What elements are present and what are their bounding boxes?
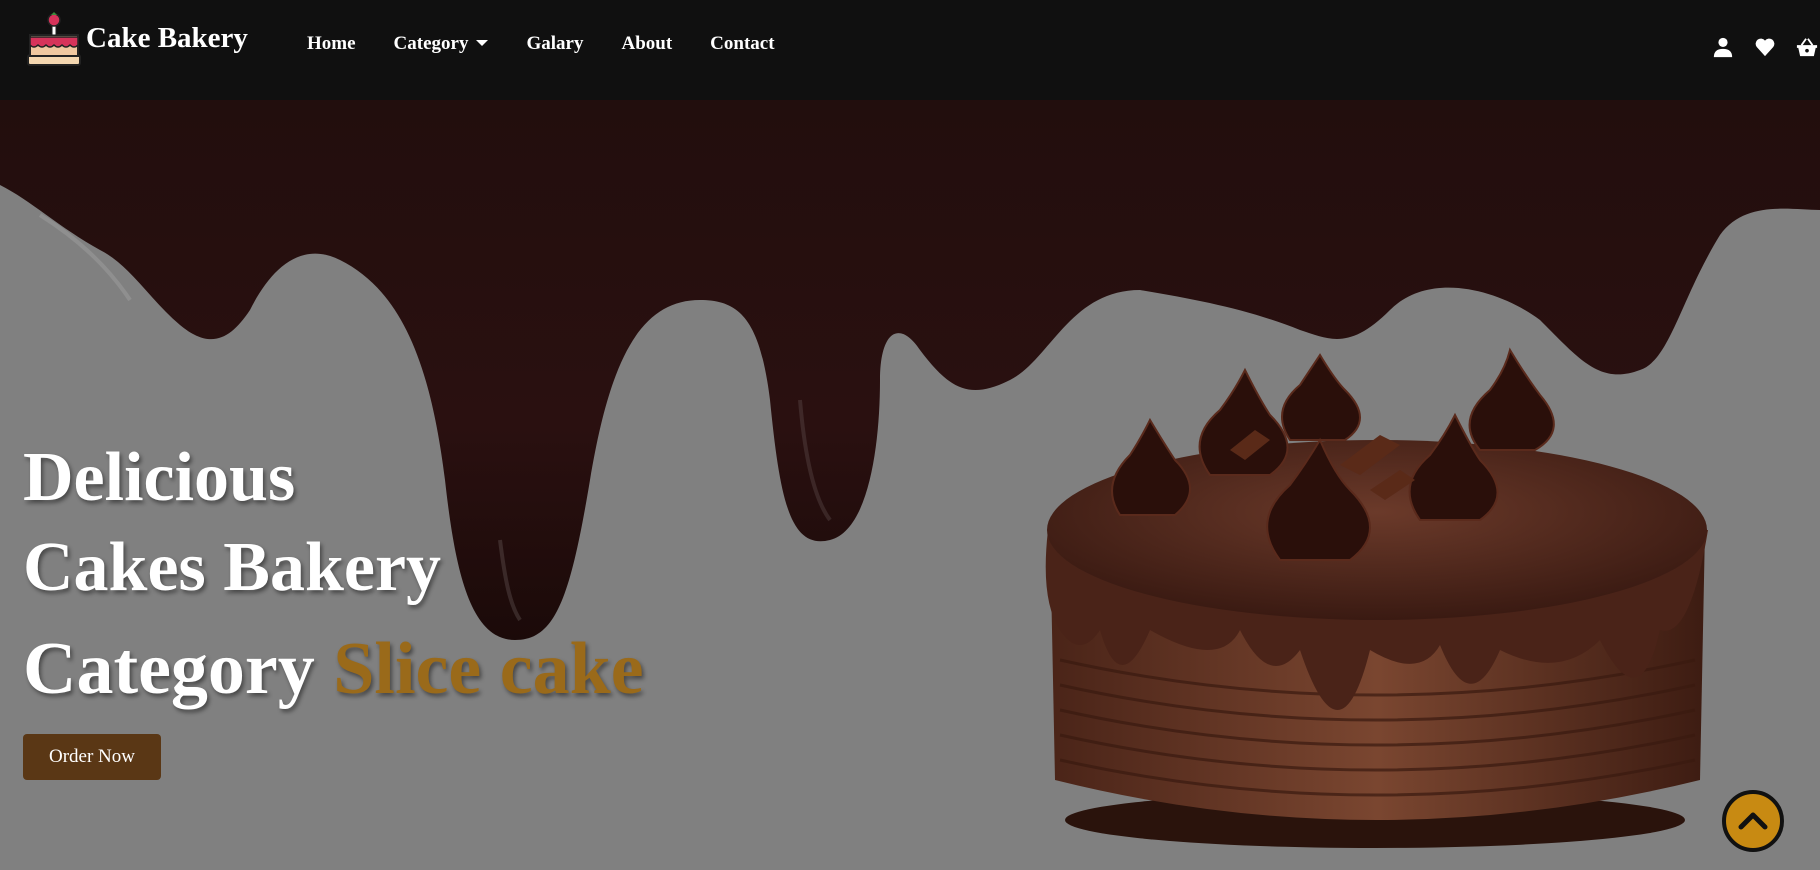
hero-category-accent: Slice cake (333, 628, 644, 710)
nav-home[interactable]: Home (307, 33, 356, 55)
nav-contact[interactable]: Contact (710, 33, 774, 55)
navbar: Cake Bakery Home Category Galary About C… (0, 0, 1820, 100)
order-now-button[interactable]: Order Now (23, 734, 161, 780)
brand-name: Cake Bakery (86, 21, 248, 54)
hero-title-line3: Category Slice cake (23, 627, 644, 712)
nav-galary[interactable]: Galary (526, 33, 583, 55)
chevron-up-icon (1738, 812, 1768, 830)
cake-logo-icon (27, 12, 81, 66)
nav-about[interactable]: About (621, 33, 672, 55)
heart-icon[interactable] (1754, 36, 1776, 58)
user-icon[interactable] (1712, 36, 1734, 58)
nav-category-label: Category (393, 33, 469, 54)
hero-category-prefix: Category (23, 628, 315, 710)
nav-category[interactable]: Category (394, 33, 489, 55)
nav-links: Home Category Galary About Contact (307, 33, 813, 55)
hero-section: Delicious Cakes Bakery Category Slice ca… (0, 100, 1820, 870)
hero-title-line1: Delicious (23, 439, 296, 516)
nav-icons (1712, 36, 1820, 58)
caret-down-icon (476, 40, 489, 46)
chocolate-cake-image (1045, 347, 1708, 848)
basket-icon[interactable] (1796, 36, 1818, 58)
scroll-top-button[interactable] (1722, 790, 1784, 852)
hero-title-line2: Cakes Bakery (23, 529, 442, 606)
brand-link[interactable]: Cake Bakery (24, 10, 248, 70)
